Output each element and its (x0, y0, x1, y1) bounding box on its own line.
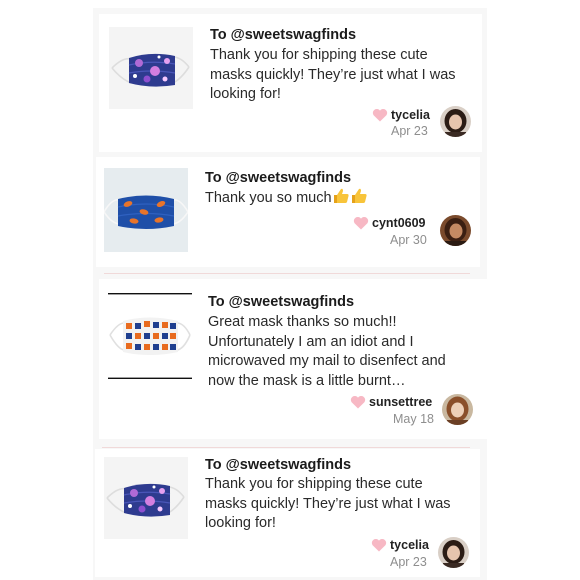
orange-blue-f-pattern-mask-image (108, 293, 192, 379)
reviewer-username[interactable]: tycelia (390, 538, 429, 552)
review-message: Thank you so much (205, 187, 368, 209)
reviewer-avatar[interactable] (440, 106, 471, 137)
message-line: masks quickly! They’re just what I was (205, 495, 451, 512)
message-line: looking for! (210, 86, 281, 103)
thumbs-up-icon (351, 188, 367, 203)
message-line: Unfortunately I am an idiot and I (208, 333, 414, 350)
reviewer-username[interactable]: sunsettree (369, 395, 432, 409)
avatar-photo (440, 106, 471, 137)
reviewer-avatar[interactable] (442, 394, 473, 425)
mask-thumbnail[interactable] (108, 293, 192, 379)
thumbs-up-icon (333, 188, 349, 203)
review-message: Thank you for shipping these cute masks … (210, 46, 456, 105)
blue-orange-football-mask-image (104, 168, 188, 252)
mask-thumbnail[interactable] (109, 27, 193, 109)
message-line: microwaved my mail to disenfect and (208, 353, 446, 370)
review-divider (104, 273, 470, 274)
heart-icon (353, 216, 369, 230)
message-line: looking for! (205, 515, 276, 532)
recipient-label[interactable]: To @sweetswagfinds (208, 294, 354, 310)
recipient-label[interactable]: To @sweetswagfinds (205, 457, 351, 473)
message-line: Thank you so much (205, 190, 332, 206)
reviewer-avatar[interactable] (440, 215, 471, 246)
message-line: now the mask is a little burnt… (208, 372, 406, 389)
purple-galaxy-mask-image (109, 27, 193, 109)
recipient-label[interactable]: To @sweetswagfinds (205, 170, 351, 186)
recipient-label[interactable]: To @sweetswagfinds (210, 27, 356, 43)
message-line: Great mask thanks so much!! (208, 314, 397, 330)
reviewer-avatar[interactable] (438, 537, 469, 568)
purple-galaxy-mask-image (104, 457, 188, 539)
reviewer-username[interactable]: tycelia (391, 108, 430, 122)
review-date: May 18 (393, 412, 434, 426)
review-divider (102, 447, 470, 448)
heart-icon (372, 108, 388, 122)
message-line: Thank you for shipping these cute (205, 476, 423, 492)
review-message: Great mask thanks so much!! Unfortunatel… (208, 313, 446, 391)
avatar-photo (442, 394, 473, 425)
avatar-photo (438, 537, 469, 568)
reviewer-username[interactable]: cynt0609 (372, 216, 426, 230)
heart-icon (350, 395, 366, 409)
message-line: masks quickly! They’re just what I was (210, 66, 456, 83)
review-date: Apr 30 (390, 233, 427, 247)
avatar-photo (440, 215, 471, 246)
mask-thumbnail[interactable] (104, 168, 188, 252)
review-message: Thank you for shipping these cute masks … (205, 475, 451, 534)
review-date: Apr 23 (391, 124, 428, 138)
heart-icon (371, 538, 387, 552)
message-line: Thank you for shipping these cute (210, 47, 428, 63)
review-date: Apr 23 (390, 555, 427, 569)
mask-thumbnail[interactable] (104, 457, 188, 539)
